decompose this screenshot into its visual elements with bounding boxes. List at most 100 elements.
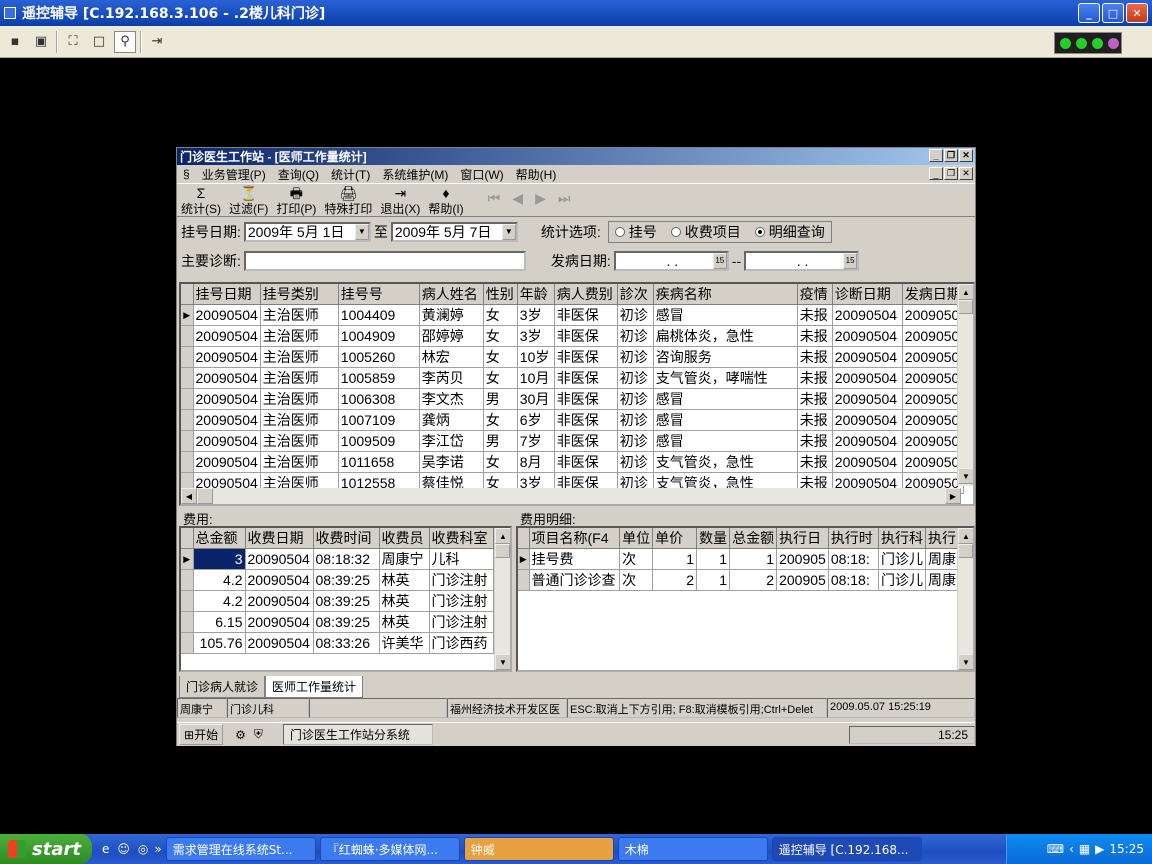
table-cell[interactable]: 2009050: [902, 409, 964, 431]
close-button[interactable]: ✕: [1126, 3, 1148, 23]
diagnosis-input[interactable]: [243, 250, 526, 271]
prev-record-icon[interactable]: ◀: [512, 190, 523, 207]
table-cell[interactable]: 李江岱: [419, 430, 484, 452]
restore-button[interactable]: ❐: [944, 149, 958, 162]
table-cell[interactable]: 门诊儿: [878, 548, 926, 570]
stat-button[interactable]: Σ 统计(S): [177, 186, 225, 216]
row-indicator[interactable]: [181, 325, 194, 347]
close-button[interactable]: ✕: [959, 149, 973, 162]
table-cell[interactable]: 10月: [517, 367, 555, 389]
inner-task-item[interactable]: 门诊医生工作站分系统: [282, 724, 433, 745]
table-cell[interactable]: 2009050: [902, 304, 964, 326]
network-icon[interactable]: ▦: [1079, 842, 1090, 856]
inner-start-button[interactable]: ⊞开始: [179, 724, 224, 745]
dropdown-arrow-icon[interactable]: ▼: [501, 223, 516, 240]
task-item[interactable]: 『红蜘蛛·多媒体网...: [319, 837, 460, 861]
row-indicator[interactable]: [181, 367, 194, 389]
row-indicator[interactable]: [181, 590, 194, 612]
table-cell[interactable]: 2009050: [902, 367, 964, 389]
column-header[interactable]: 挂号日期: [193, 284, 261, 305]
scroll-down-icon[interactable]: ▼: [958, 654, 973, 670]
calendar-icon[interactable]: 15: [712, 252, 727, 269]
table-cell[interactable]: 08:39:25: [313, 611, 380, 633]
table-cell[interactable]: 主治医师: [260, 367, 339, 389]
column-header[interactable]: 挂号类别: [260, 284, 339, 305]
minimize-button[interactable]: _: [1078, 3, 1100, 23]
table-cell[interactable]: 1006308: [338, 388, 420, 410]
table-cell[interactable]: 未报: [797, 304, 833, 326]
table-cell[interactable]: 次: [619, 548, 654, 570]
table-cell[interactable]: 林英: [379, 590, 430, 612]
table-cell[interactable]: 非医保: [554, 451, 618, 473]
detail-vertical-scrollbar[interactable]: ▲ ▼: [957, 528, 973, 670]
table-cell[interactable]: 未报: [797, 325, 833, 347]
table-cell[interactable]: 未报: [797, 346, 833, 368]
table-cell[interactable]: 男: [483, 430, 518, 452]
table-cell[interactable]: 非医保: [554, 325, 618, 347]
column-header[interactable]: 挂号号: [338, 284, 420, 305]
table-cell[interactable]: 感冒: [653, 430, 798, 452]
table-cell[interactable]: 20090504: [832, 367, 903, 389]
table-cell[interactable]: 2009050: [902, 325, 964, 347]
table-cell[interactable]: 1007109: [338, 409, 420, 431]
table-cell[interactable]: 1004909: [338, 325, 420, 347]
table-cell[interactable]: 20090504: [245, 548, 314, 570]
table-cell[interactable]: 20090504: [832, 325, 903, 347]
table-cell[interactable]: 支气管炎，急性: [653, 451, 798, 473]
table-cell[interactable]: 主治医师: [260, 325, 339, 347]
table-cell[interactable]: 初诊: [617, 367, 654, 389]
table-cell[interactable]: 3: [193, 548, 246, 570]
table-cell[interactable]: 3岁: [517, 325, 555, 347]
row-indicator[interactable]: [181, 388, 194, 410]
child-close-button[interactable]: ✕: [959, 167, 973, 180]
column-header[interactable]: 收费时间: [313, 528, 380, 549]
table-cell[interactable]: 1005859: [338, 367, 420, 389]
main-horizontal-scrollbar[interactable]: ◀ ▶: [181, 488, 961, 504]
table-cell[interactable]: 200905: [776, 569, 829, 591]
column-header[interactable]: 收费员: [379, 528, 430, 549]
table-cell[interactable]: 1: [696, 548, 731, 570]
table-cell[interactable]: 1005260: [338, 346, 420, 368]
first-record-icon[interactable]: ⏮: [488, 190, 501, 207]
row-indicator[interactable]: [518, 569, 530, 591]
print-button[interactable]: 🖶 打印(P): [272, 186, 320, 216]
table-cell[interactable]: 20090504: [832, 388, 903, 410]
h-scroll-thumb[interactable]: [197, 488, 213, 504]
column-header[interactable]: 年龄: [517, 284, 555, 305]
patient-row[interactable]: 20090504 主治医师 1007109 龚炳女 6岁 非医保 初诊 感冒 未报 2009050…: [181, 409, 964, 431]
task-item[interactable]: 需求管理在线系统St...: [165, 837, 316, 861]
table-cell[interactable]: 门诊西药: [429, 632, 494, 654]
table-cell[interactable]: 女: [483, 367, 518, 389]
main-vertical-scrollbar[interactable]: ▲ ▼: [957, 284, 973, 486]
table-cell[interactable]: 主治医师: [260, 388, 339, 410]
table-cell[interactable]: 08:33:26: [313, 632, 380, 654]
table-cell[interactable]: 20090504: [193, 304, 261, 326]
row-indicator[interactable]: ▶: [518, 548, 530, 570]
table-cell[interactable]: 许美华: [379, 632, 430, 654]
table-cell[interactable]: 6岁: [517, 409, 555, 431]
table-cell[interactable]: 非医保: [554, 409, 618, 431]
table-cell[interactable]: 门诊儿: [878, 569, 926, 591]
volume-icon[interactable]: ▶: [1095, 842, 1104, 856]
fee-row[interactable]: 4.2 20090504 08:39:25 林英 门诊注射: [181, 569, 494, 591]
table-cell[interactable]: 20090504: [832, 346, 903, 368]
row-indicator[interactable]: ▶: [181, 304, 194, 326]
app-menu-icon[interactable]: §: [177, 167, 196, 181]
table-cell[interactable]: 支气管炎，哮喘性: [653, 367, 798, 389]
column-header[interactable]: 病人姓名: [419, 284, 484, 305]
ie-icon[interactable]: e: [102, 842, 109, 856]
qq-icon[interactable]: ☺: [117, 842, 130, 856]
scroll-down-icon[interactable]: ▼: [495, 654, 510, 670]
table-cell[interactable]: 感冒: [653, 409, 798, 431]
table-cell[interactable]: 女: [483, 409, 518, 431]
table-cell[interactable]: 08:39:25: [313, 590, 380, 612]
table-cell[interactable]: 门诊注射: [429, 569, 494, 591]
column-header[interactable]: 执行科: [878, 528, 926, 549]
table-cell[interactable]: 初诊: [617, 346, 654, 368]
table-cell[interactable]: 主治医师: [260, 451, 339, 473]
maximize-button[interactable]: □: [1102, 3, 1124, 23]
table-cell[interactable]: 20090504: [193, 430, 261, 452]
menu-stats[interactable]: 统计(T): [325, 166, 376, 183]
row-indicator[interactable]: [181, 409, 194, 431]
column-header[interactable]: 疾病名称: [653, 284, 798, 305]
